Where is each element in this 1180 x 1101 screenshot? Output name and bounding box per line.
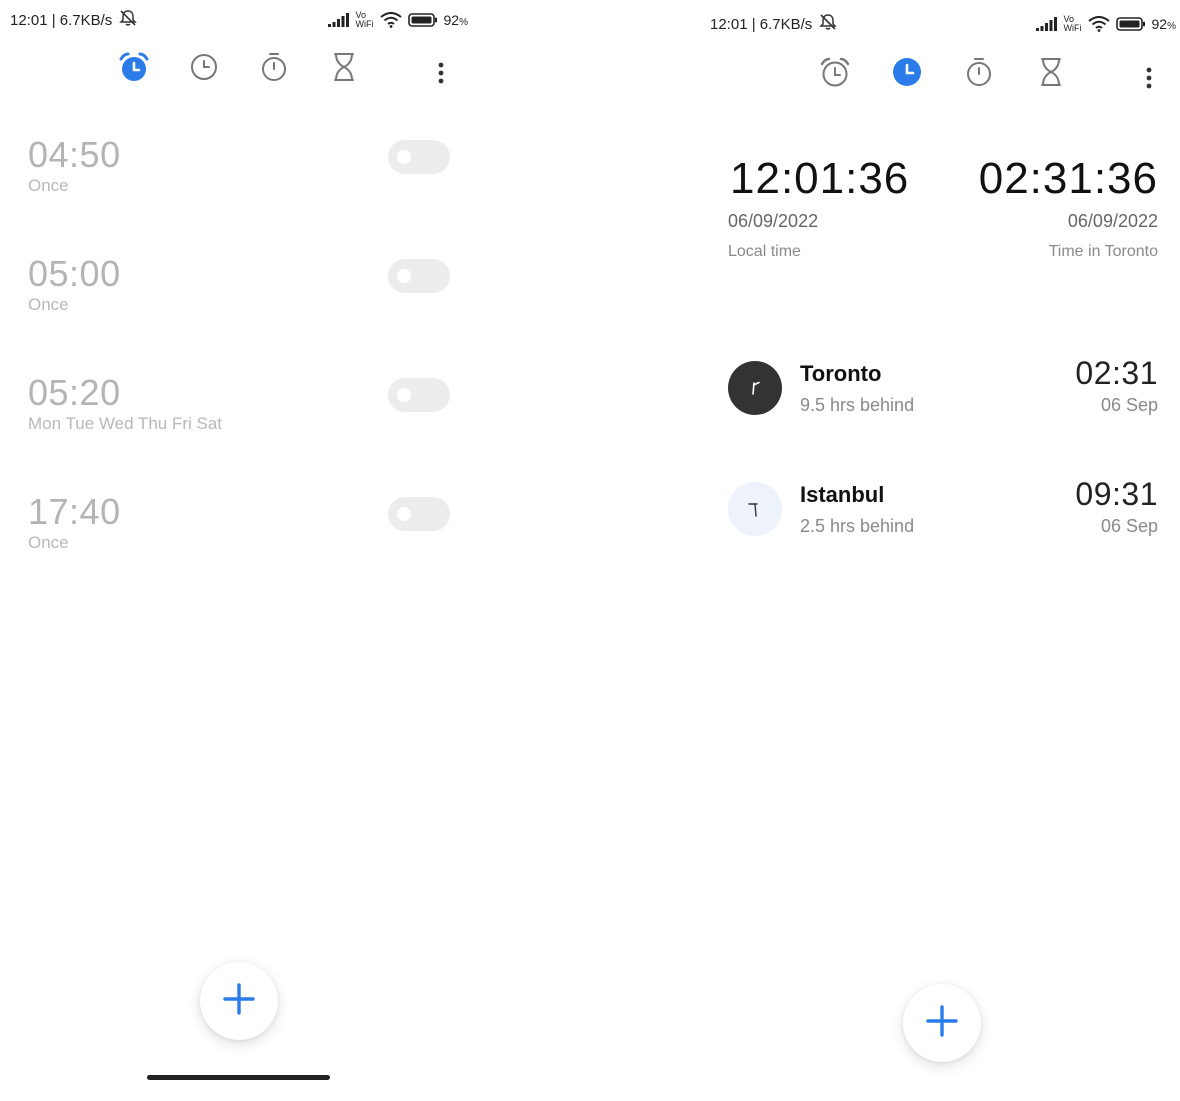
day-clock-icon [728,482,782,536]
world-clock-screen: 12:01 | 6.7KB/s Vo WiFi 92% 12:01:36 06/… [700,0,1180,1101]
mute-icon [818,13,838,35]
status-time-speed: 12:01 | 6.7KB/s [710,15,813,33]
signal-icon [1035,17,1058,31]
city-item-istanbul[interactable]: Istanbul 2.5 hrs behind 09:31 06 Sep [728,476,1158,542]
alarm-time: 05:20 [28,372,121,413]
local-time: 12:01:36 [730,154,910,203]
mute-icon [118,9,138,31]
plus-icon [925,1004,959,1043]
local-date: 06/09/2022 [728,211,819,231]
alarm-time: 04:50 [28,134,121,175]
hourglass-icon [1038,57,1064,87]
battery-level: 92% [443,12,468,28]
tab-world-clock[interactable] [885,50,929,94]
remote-time: 02:31:36 [978,154,1158,203]
alarm-item[interactable]: 05:20 Mon Tue Wed Thu Fri Sat [28,372,458,462]
more-options-button[interactable] [1134,58,1164,102]
battery-icon [1115,17,1146,31]
status-right: Vo WiFi 92% [1035,14,1176,33]
alarm-toggle[interactable] [388,497,450,531]
city-date: 06 Sep [1100,516,1158,536]
tab-bar [700,50,1180,100]
plus-icon [222,982,256,1021]
add-alarm-button[interactable] [200,962,278,1040]
hourglass-icon [331,52,357,82]
stopwatch-icon [260,52,288,82]
alarm-item[interactable]: 04:50 Once [28,134,458,224]
toggle-knob [397,150,411,164]
status-bar: 12:01 | 6.7KB/s Vo WiFi 92% [700,4,1180,44]
remote-time-label: Time in Toronto [1048,243,1158,260]
alarm-repeat: Once [28,295,69,314]
clock-icon [190,53,218,81]
alarm-item[interactable]: 17:40 Once [28,491,458,581]
home-indicator[interactable] [147,1075,330,1080]
status-right: Vo WiFi 92% [327,10,468,29]
alarm-time: 05:00 [28,253,121,294]
city-offset: 9.5 hrs behind [800,395,915,415]
tab-bar [0,45,478,95]
city-date: 06 Sep [1100,395,1158,415]
clock-icon [892,57,922,87]
alarm-repeat: Mon Tue Wed Thu Fri Sat [28,414,223,433]
alarm-toggle[interactable] [388,378,450,412]
tab-stopwatch[interactable] [252,45,296,89]
battery-icon [407,13,438,27]
city-time: 02:31 [1075,355,1158,391]
night-clock-icon [728,361,782,415]
city-offset: 2.5 hrs behind [800,516,915,536]
tab-alarm[interactable] [813,50,857,94]
alarm-toggle[interactable] [388,259,450,293]
alarm-time: 17:40 [28,491,121,532]
more-vertical-icon [438,61,444,90]
vowifi-icon: Vo WiFi [1063,14,1082,33]
status-left: 12:01 | 6.7KB/s [10,9,138,31]
tab-timer[interactable] [1029,50,1073,94]
alarm-clock-icon [819,56,851,88]
alarm-repeat: Once [28,176,69,195]
stopwatch-icon [965,57,993,87]
more-options-button[interactable] [426,53,456,97]
city-item-toronto[interactable]: Toronto 9.5 hrs behind 02:31 06 Sep [728,355,1158,421]
signal-icon [327,13,350,27]
alarm-toggle[interactable] [388,140,450,174]
status-bar: 12:01 | 6.7KB/s Vo WiFi 92% [0,0,478,40]
more-vertical-icon [1146,66,1152,95]
tab-world-clock[interactable] [182,45,226,89]
city-name: Toronto [800,361,882,386]
local-time-label: Local time [728,243,801,260]
alarm-clock-icon [118,51,150,83]
add-city-button[interactable] [903,984,981,1062]
alarm-item[interactable]: 05:00 Once [28,253,458,343]
city-time: 09:31 [1075,476,1158,512]
alarm-repeat: Once [28,533,69,552]
wifi-icon [379,12,402,28]
toggle-knob [397,269,411,283]
wifi-icon [1087,16,1110,32]
tab-stopwatch[interactable] [957,50,1001,94]
vowifi-icon: Vo WiFi [355,10,374,29]
status-left: 12:01 | 6.7KB/s [710,13,838,35]
toggle-knob [397,388,411,402]
toggle-knob [397,507,411,521]
tab-timer[interactable] [322,45,366,89]
city-name: Istanbul [800,482,885,507]
status-time-speed: 12:01 | 6.7KB/s [10,11,113,29]
battery-level: 92% [1151,16,1176,32]
remote-date: 06/09/2022 [1067,211,1158,231]
alarm-screen: 12:01 | 6.7KB/s Vo WiFi 92% 04:50 Once 0… [0,0,478,1101]
tab-alarm[interactable] [112,45,156,89]
